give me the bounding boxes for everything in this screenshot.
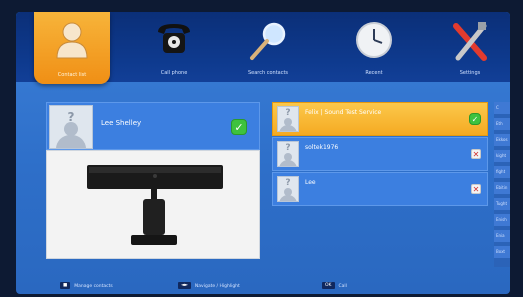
hint-text: Call xyxy=(338,284,347,289)
side-list: C Eth Ekkos kight fight Ebitin Tught Eni… xyxy=(494,102,510,267)
list-item[interactable]: ? Lee ✕ xyxy=(272,172,488,206)
nav-recent[interactable]: Recent xyxy=(334,12,414,82)
remove-icon[interactable]: ✕ xyxy=(471,184,481,194)
settings-tools-icon xyxy=(453,22,487,61)
key-badge: ◄► xyxy=(178,282,191,289)
key-badge: OK xyxy=(322,282,335,289)
top-navigation: Contact list Call phone Search contacts xyxy=(16,12,510,84)
nav-contact-list[interactable]: Contact list xyxy=(34,12,110,84)
contact-name: Felix | Sound Test Service xyxy=(305,109,382,116)
list-item[interactable]: ? soltek1976 ✕ xyxy=(272,137,488,171)
camera-preview xyxy=(46,150,260,259)
side-list-item[interactable]: Tught xyxy=(494,198,510,211)
selected-contact-panel: ? Lee Shelley ✓ xyxy=(46,102,260,259)
camera-device-icon xyxy=(87,165,223,245)
side-list-item[interactable]: Boxt xyxy=(494,246,510,259)
avatar: ? xyxy=(277,176,299,202)
side-list-item[interactable]: Enish xyxy=(494,214,510,227)
nav-label: Call phone xyxy=(160,70,188,76)
contact-list: ? Felix | Sound Test Service ✓ ? soltek1… xyxy=(272,102,488,242)
hint-text: Navigate / Highlight xyxy=(194,284,240,289)
avatar: ? xyxy=(277,106,299,132)
nav-search-contacts[interactable]: Search contacts xyxy=(228,12,308,82)
side-list-item[interactable]: Enia xyxy=(494,230,510,243)
nav-settings[interactable]: Settings xyxy=(430,12,510,82)
avatar: ? xyxy=(49,105,93,149)
side-list-item[interactable]: fight xyxy=(494,166,510,179)
selected-contact-name: Lee Shelley xyxy=(101,119,142,127)
side-list-item[interactable]: kight xyxy=(494,150,510,163)
telephone-icon xyxy=(158,24,190,53)
hint-text: Manage contacts xyxy=(74,284,113,289)
hint-manage: ■ Manage contacts xyxy=(60,282,113,289)
side-list-item[interactable]: Eth xyxy=(494,118,510,131)
contact-name: soltek1976 xyxy=(305,144,339,151)
check-icon: ✓ xyxy=(469,113,481,125)
hint-call: OK Call xyxy=(322,282,347,289)
key-badge: ■ xyxy=(60,282,71,289)
clock-icon xyxy=(356,22,392,58)
search-icon xyxy=(250,22,286,60)
check-icon: ✓ xyxy=(231,119,247,135)
side-list-item[interactable]: C xyxy=(494,102,510,115)
side-list-item[interactable]: Ebitin xyxy=(494,182,510,195)
list-item[interactable]: ? Felix | Sound Test Service ✓ xyxy=(272,102,488,136)
avatar: ? xyxy=(277,141,299,167)
contacts-icon xyxy=(56,22,88,59)
nav-call-phone[interactable]: Call phone xyxy=(134,12,214,82)
nav-label: Recent xyxy=(365,70,383,76)
footer-hints: ■ Manage contacts ◄► Navigate / Highlight … xyxy=(16,280,510,294)
nav-label: Contact list xyxy=(57,72,87,78)
tv-screen: Contact list Call phone Search contacts xyxy=(16,12,510,294)
side-list-item[interactable]: Ekkos xyxy=(494,134,510,147)
contact-name: Lee xyxy=(305,179,316,186)
selected-contact-header[interactable]: ? Lee Shelley ✓ xyxy=(46,102,260,150)
hint-navigate: ◄► Navigate / Highlight xyxy=(178,282,240,289)
remove-icon[interactable]: ✕ xyxy=(471,149,481,159)
nav-label: Search contacts xyxy=(247,70,289,76)
nav-label: Settings xyxy=(459,70,481,76)
